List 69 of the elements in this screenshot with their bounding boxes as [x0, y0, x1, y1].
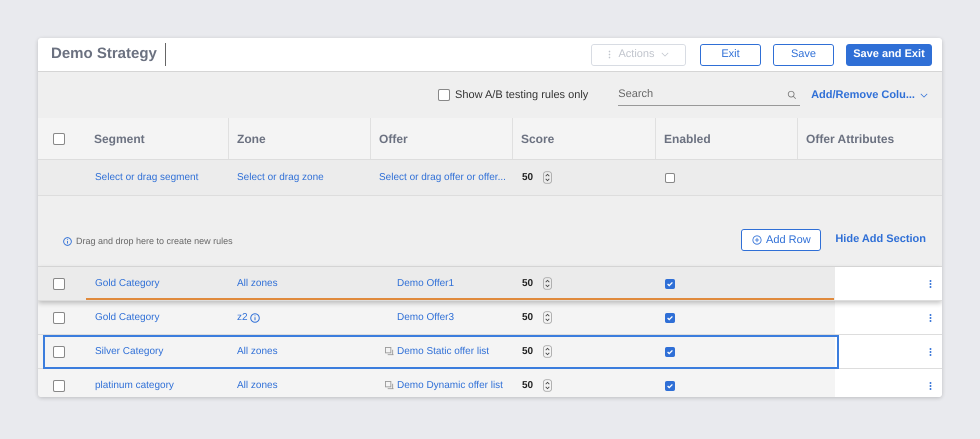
more-options-icon[interactable]	[929, 346, 932, 356]
checkbox[interactable]	[53, 312, 65, 324]
ab-filter-label: Show A/B testing rules only	[455, 88, 588, 103]
kebab-icon	[608, 50, 612, 59]
header-button[interactable]: Save and Exit	[846, 44, 932, 66]
stepper-icon[interactable]	[543, 311, 552, 324]
checkbox[interactable]	[665, 278, 675, 288]
segment-link[interactable]: Gold Category	[80, 276, 228, 291]
column-header: Offer	[379, 130, 408, 148]
add-remove-columns-link[interactable]: Add/Remove Colu...	[811, 86, 928, 104]
zone-link[interactable]: All zones	[237, 378, 278, 393]
offer-link[interactable]: Demo Offer1	[397, 276, 454, 291]
zone-link[interactable]: All zones	[237, 276, 278, 291]
checkbox[interactable]	[53, 132, 65, 144]
score-value[interactable]: 50	[522, 276, 534, 291]
rule-row[interactable]: Gold Category z2 Demo Offer3 50	[38, 301, 942, 335]
score-value[interactable]: 50	[522, 170, 534, 185]
segment-link[interactable]: platinum category	[80, 378, 228, 393]
offer-picker[interactable]: Select or drag offer or offer...	[370, 170, 512, 185]
offer-link[interactable]: Demo Offer3	[397, 310, 454, 325]
stepper-icon[interactable]	[543, 277, 552, 290]
strategy-title: Demo Strategy	[51, 43, 166, 66]
checkbox[interactable]	[53, 346, 65, 358]
hide-add-section-link[interactable]: Hide Add Section	[835, 230, 926, 247]
offer-link[interactable]: Demo Dynamic offer list	[397, 378, 503, 393]
more-options-icon[interactable]	[929, 312, 932, 322]
column-header: Zone	[237, 130, 266, 148]
more-options-icon[interactable]	[929, 380, 932, 390]
list-icon	[385, 381, 394, 390]
info-icon	[63, 236, 72, 246]
search-icon	[787, 90, 798, 100]
stepper-icon[interactable]	[543, 171, 552, 184]
score-value[interactable]: 50	[522, 378, 534, 393]
checkbox[interactable]	[665, 312, 675, 322]
checkbox[interactable]	[665, 380, 675, 390]
zone-link[interactable]: z2	[237, 310, 248, 325]
stepper-icon[interactable]	[543, 345, 552, 358]
rule-row[interactable]: Silver Category All zones Demo Static offer list 50	[38, 335, 942, 369]
column-header: Score	[521, 130, 554, 148]
stepper-icon[interactable]	[543, 379, 552, 392]
plus-circle-icon	[752, 235, 762, 245]
checkbox[interactable]	[53, 380, 65, 392]
zone-link[interactable]: All zones	[237, 344, 278, 359]
list-icon	[385, 347, 394, 356]
rule-row[interactable]: platinum category All zones Demo Dynamic offer list 50	[38, 369, 942, 397]
caret-icon	[660, 52, 669, 57]
zone-picker[interactable]: Select or drag zone	[228, 170, 370, 185]
checkbox[interactable]	[53, 278, 65, 290]
column-header: Enabled	[664, 130, 711, 148]
score-value[interactable]: 50	[522, 344, 534, 359]
search-field[interactable]: Search	[618, 86, 788, 103]
info-icon[interactable]	[250, 312, 260, 322]
drag-hint: Drag and drop here to create new rules	[76, 234, 233, 248]
add-row-button[interactable]: Add Row	[741, 229, 822, 251]
header-button[interactable]: Save	[773, 44, 834, 66]
rule-row[interactable]: Gold Category All zones Demo Offer1 50	[38, 267, 942, 301]
caret-icon	[920, 92, 928, 98]
score-value[interactable]: 50	[522, 310, 534, 325]
segment-link[interactable]: Gold Category	[80, 310, 228, 325]
checkbox[interactable]	[438, 89, 450, 101]
column-header: Offer Attributes	[806, 130, 894, 148]
segment-picker[interactable]: Select or drag segment	[80, 170, 228, 185]
segment-link[interactable]: Silver Category	[80, 344, 228, 359]
more-options-icon[interactable]	[929, 278, 932, 288]
header-button[interactable]: Exit	[700, 44, 761, 66]
checkbox[interactable]	[665, 346, 675, 356]
checkbox[interactable]	[665, 172, 675, 182]
offer-link[interactable]: Demo Static offer list	[397, 344, 490, 359]
column-header: Segment	[94, 130, 145, 148]
